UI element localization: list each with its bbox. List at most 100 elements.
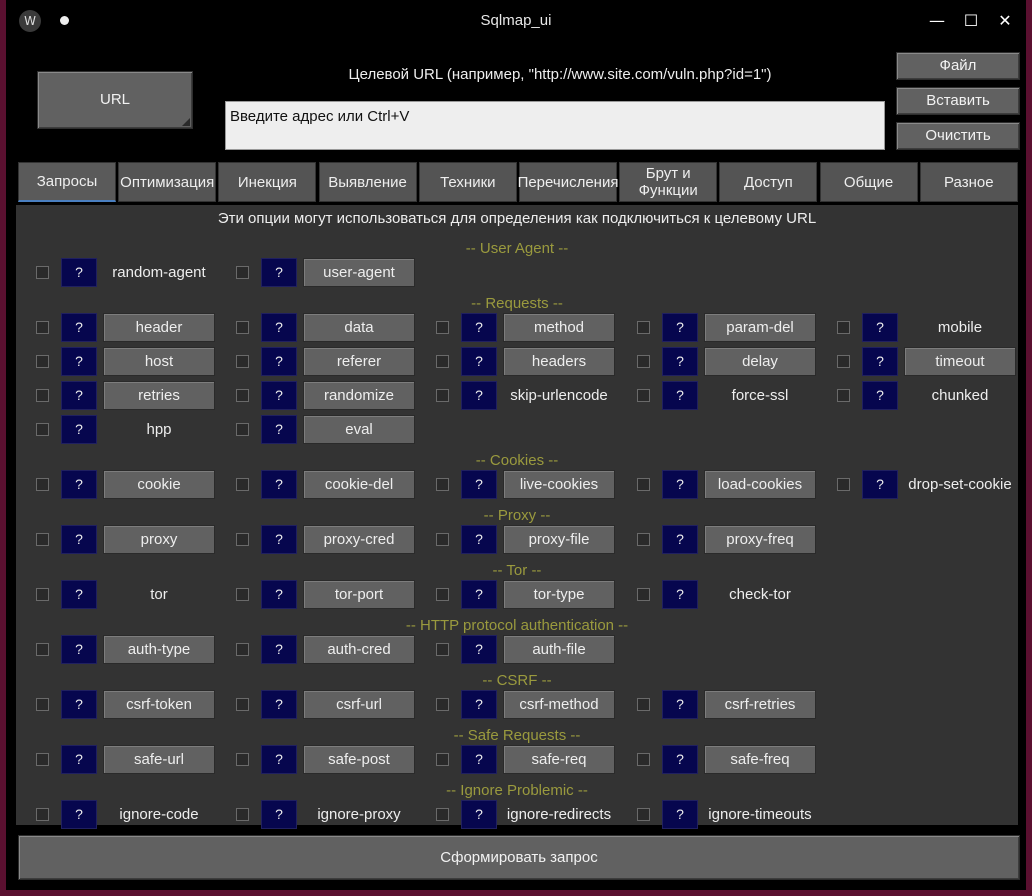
header-button[interactable]: header bbox=[103, 313, 215, 342]
proxy-file-help-button[interactable]: ? bbox=[461, 525, 497, 554]
retries-checkbox[interactable] bbox=[36, 389, 49, 402]
proxy-freq-help-button[interactable]: ? bbox=[662, 525, 698, 554]
safe-post-checkbox[interactable] bbox=[236, 753, 249, 766]
tor-type-checkbox[interactable] bbox=[436, 588, 449, 601]
auth-file-help-button[interactable]: ? bbox=[461, 635, 497, 664]
tab-7[interactable]: Брут и Функции bbox=[619, 162, 718, 202]
live-cookies-help-button[interactable]: ? bbox=[461, 470, 497, 499]
cookie-checkbox[interactable] bbox=[36, 478, 49, 491]
timeout-checkbox[interactable] bbox=[837, 355, 850, 368]
safe-freq-checkbox[interactable] bbox=[637, 753, 650, 766]
tor-checkbox[interactable] bbox=[36, 588, 49, 601]
user-agent-button[interactable]: user-agent bbox=[303, 258, 415, 287]
safe-url-button[interactable]: safe-url bbox=[103, 745, 215, 774]
ignore-code-checkbox[interactable] bbox=[36, 808, 49, 821]
random-agent-help-button[interactable]: ? bbox=[61, 258, 97, 287]
proxy-file-button[interactable]: proxy-file bbox=[503, 525, 615, 554]
hpp-help-button[interactable]: ? bbox=[61, 415, 97, 444]
method-button[interactable]: method bbox=[503, 313, 615, 342]
csrf-token-button[interactable]: csrf-token bbox=[103, 690, 215, 719]
check-tor-help-button[interactable]: ? bbox=[662, 580, 698, 609]
file-button[interactable]: Файл bbox=[896, 52, 1020, 80]
method-checkbox[interactable] bbox=[436, 321, 449, 334]
cookie-del-help-button[interactable]: ? bbox=[261, 470, 297, 499]
timeout-help-button[interactable]: ? bbox=[862, 347, 898, 376]
proxy-file-checkbox[interactable] bbox=[436, 533, 449, 546]
ignore-timeouts-checkbox[interactable] bbox=[637, 808, 650, 821]
eval-button[interactable]: eval bbox=[303, 415, 415, 444]
tor-port-button[interactable]: tor-port bbox=[303, 580, 415, 609]
skip-urlencode-checkbox[interactable] bbox=[436, 389, 449, 402]
ignore-redirects-help-button[interactable]: ? bbox=[461, 800, 497, 829]
safe-post-button[interactable]: safe-post bbox=[303, 745, 415, 774]
url-button[interactable]: URL bbox=[37, 71, 193, 129]
proxy-freq-button[interactable]: proxy-freq bbox=[704, 525, 816, 554]
randomize-checkbox[interactable] bbox=[236, 389, 249, 402]
mobile-checkbox[interactable] bbox=[837, 321, 850, 334]
tab-4[interactable]: Выявление bbox=[318, 162, 417, 202]
csrf-token-help-button[interactable]: ? bbox=[61, 690, 97, 719]
check-tor-checkbox[interactable] bbox=[637, 588, 650, 601]
force-ssl-checkbox[interactable] bbox=[637, 389, 650, 402]
csrf-retries-button[interactable]: csrf-retries bbox=[704, 690, 816, 719]
randomize-help-button[interactable]: ? bbox=[261, 381, 297, 410]
auth-cred-button[interactable]: auth-cred bbox=[303, 635, 415, 664]
minimize-icon[interactable]: — bbox=[927, 11, 947, 31]
csrf-url-checkbox[interactable] bbox=[236, 698, 249, 711]
user-agent-checkbox[interactable] bbox=[236, 266, 249, 279]
auth-type-help-button[interactable]: ? bbox=[61, 635, 97, 664]
tor-port-checkbox[interactable] bbox=[236, 588, 249, 601]
cookie-del-checkbox[interactable] bbox=[236, 478, 249, 491]
headers-checkbox[interactable] bbox=[436, 355, 449, 368]
auth-file-checkbox[interactable] bbox=[436, 643, 449, 656]
paste-button[interactable]: Вставить bbox=[896, 87, 1020, 115]
build-request-button[interactable]: Сформировать запрос bbox=[18, 835, 1020, 880]
auth-cred-help-button[interactable]: ? bbox=[261, 635, 297, 664]
force-ssl-help-button[interactable]: ? bbox=[662, 381, 698, 410]
tor-help-button[interactable]: ? bbox=[61, 580, 97, 609]
delay-help-button[interactable]: ? bbox=[662, 347, 698, 376]
retries-button[interactable]: retries bbox=[103, 381, 215, 410]
safe-url-help-button[interactable]: ? bbox=[61, 745, 97, 774]
mobile-help-button[interactable]: ? bbox=[862, 313, 898, 342]
tor-port-help-button[interactable]: ? bbox=[261, 580, 297, 609]
csrf-url-button[interactable]: csrf-url bbox=[303, 690, 415, 719]
user-agent-help-button[interactable]: ? bbox=[261, 258, 297, 287]
proxy-cred-button[interactable]: proxy-cred bbox=[303, 525, 415, 554]
csrf-method-help-button[interactable]: ? bbox=[461, 690, 497, 719]
auth-file-button[interactable]: auth-file bbox=[503, 635, 615, 664]
pin-dot-icon[interactable] bbox=[60, 16, 69, 25]
referer-help-button[interactable]: ? bbox=[261, 347, 297, 376]
app-logo-icon[interactable]: W bbox=[19, 10, 41, 32]
target-url-input[interactable]: Введите адрес или Ctrl+V bbox=[225, 101, 885, 150]
close-icon[interactable]: ✕ bbox=[995, 11, 1015, 31]
safe-req-help-button[interactable]: ? bbox=[461, 745, 497, 774]
csrf-token-checkbox[interactable] bbox=[36, 698, 49, 711]
csrf-method-checkbox[interactable] bbox=[436, 698, 449, 711]
param-del-checkbox[interactable] bbox=[637, 321, 650, 334]
load-cookies-help-button[interactable]: ? bbox=[662, 470, 698, 499]
csrf-retries-checkbox[interactable] bbox=[637, 698, 650, 711]
skip-urlencode-help-button[interactable]: ? bbox=[461, 381, 497, 410]
tab-3[interactable]: Инекция bbox=[218, 162, 317, 202]
referer-checkbox[interactable] bbox=[236, 355, 249, 368]
header-help-button[interactable]: ? bbox=[61, 313, 97, 342]
tab-5[interactable]: Техники bbox=[418, 162, 517, 202]
proxy-cred-checkbox[interactable] bbox=[236, 533, 249, 546]
hpp-checkbox[interactable] bbox=[36, 423, 49, 436]
host-help-button[interactable]: ? bbox=[61, 347, 97, 376]
safe-req-checkbox[interactable] bbox=[436, 753, 449, 766]
tor-type-help-button[interactable]: ? bbox=[461, 580, 497, 609]
random-agent-checkbox[interactable] bbox=[36, 266, 49, 279]
proxy-button[interactable]: proxy bbox=[103, 525, 215, 554]
tab-10[interactable]: Разное bbox=[919, 162, 1018, 202]
delay-checkbox[interactable] bbox=[637, 355, 650, 368]
safe-freq-button[interactable]: safe-freq bbox=[704, 745, 816, 774]
tab-9[interactable]: Общие bbox=[819, 162, 918, 202]
eval-checkbox[interactable] bbox=[236, 423, 249, 436]
chunked-help-button[interactable]: ? bbox=[862, 381, 898, 410]
safe-req-button[interactable]: safe-req bbox=[503, 745, 615, 774]
param-del-button[interactable]: param-del bbox=[704, 313, 816, 342]
ignore-proxy-checkbox[interactable] bbox=[236, 808, 249, 821]
method-help-button[interactable]: ? bbox=[461, 313, 497, 342]
